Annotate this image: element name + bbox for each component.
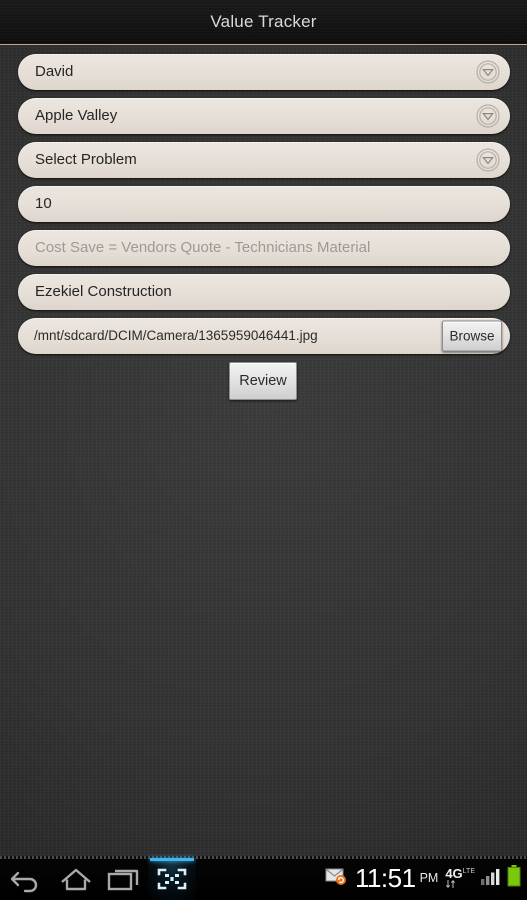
review-button[interactable]: Review [229,362,297,400]
chevron-down-circle-icon[interactable] [476,60,500,84]
android-navigation-bar: 11:51 PM 4G LTE [0,856,527,900]
clock-time: 11:51 [354,863,416,893]
quantity-input-value: 10 [35,195,52,212]
recents-icon[interactable] [104,865,144,893]
location-dropdown[interactable]: Apple Valley [18,98,510,134]
problem-dropdown-value: Select Problem [35,151,137,168]
clock-ampm: PM [419,871,439,885]
battery-full-icon [507,864,521,892]
home-icon[interactable] [56,865,96,893]
photo-path-value: /mnt/sdcard/DCIM/Camera/1365959046441.jp… [34,328,318,343]
screenshot-active-indicator [150,858,194,861]
cost-save-input-placeholder: Cost Save = Vendors Quote - Technicians … [35,239,371,256]
device-screen: Value Tracker David Apple Valley Select … [0,0,527,900]
problem-dropdown[interactable]: Select Problem [18,142,510,178]
technician-dropdown[interactable]: David [18,54,510,90]
cost-save-input[interactable]: Cost Save = Vendors Quote - Technicians … [18,230,510,266]
vendor-input-value: Ezekiel Construction [35,283,172,300]
signal-bars-icon [481,867,501,890]
network-indicator: 4G LTE [445,865,475,889]
browse-button[interactable]: Browse [442,320,502,352]
app-title-bar: Value Tracker [0,0,527,45]
location-dropdown-value: Apple Valley [35,107,118,124]
network-sub-label: LTE [462,867,475,875]
chevron-down-circle-icon[interactable] [476,148,500,172]
photo-path-input[interactable]: /mnt/sdcard/DCIM/Camera/1365959046441.jp… [18,318,510,354]
vendor-input[interactable]: Ezekiel Construction [18,274,510,310]
back-icon[interactable] [8,865,48,893]
data-arrows-icon [446,879,456,888]
chevron-down-circle-icon[interactable] [476,104,500,128]
technician-dropdown-value: David [35,63,74,80]
network-type-label: 4G [445,865,463,881]
email-sync-icon [325,866,349,891]
screenshot-icon[interactable] [152,865,192,893]
status-area: 11:51 PM 4G LTE [325,856,521,900]
quantity-input[interactable]: 10 [18,186,510,222]
page-title: Value Tracker [210,12,317,31]
